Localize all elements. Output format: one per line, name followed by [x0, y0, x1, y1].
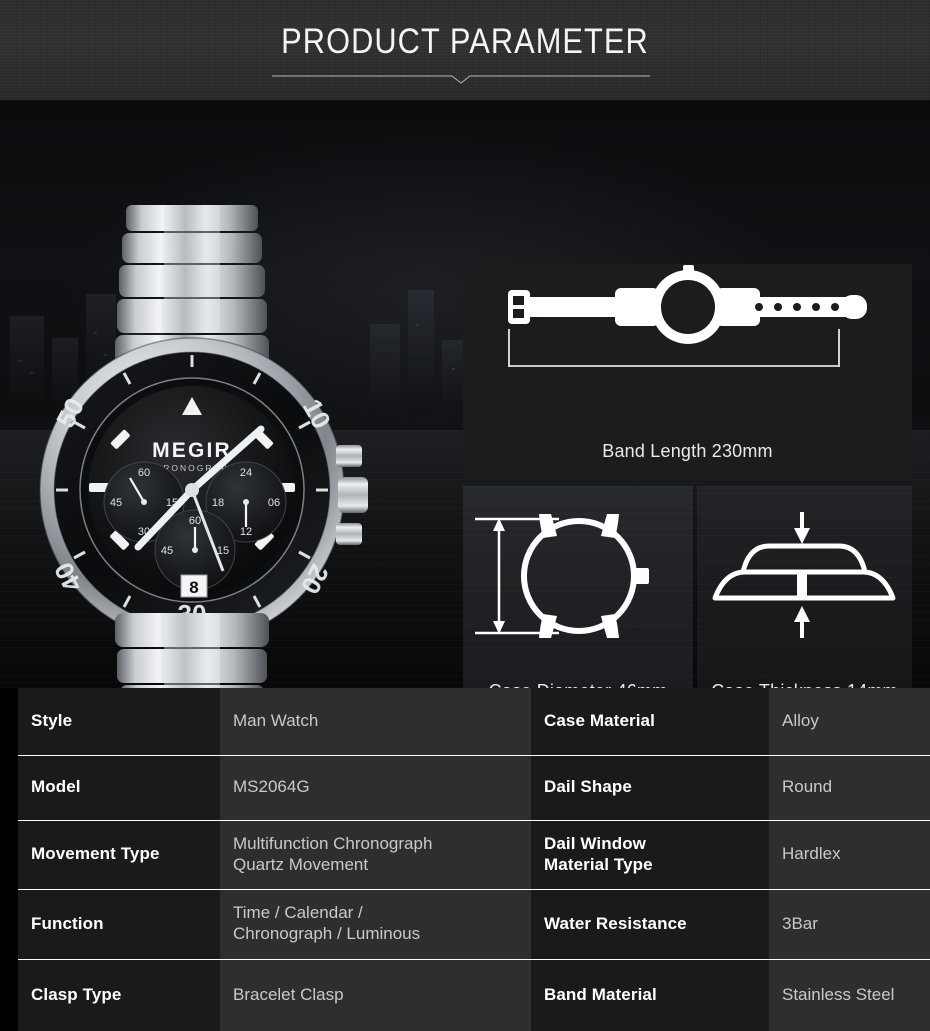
spec-value: Man Watch [220, 688, 531, 756]
panel-case-thickness: Case Thickness 14mm [697, 486, 912, 688]
pusher-bottom [336, 523, 362, 545]
table-row: Style Man Watch Case Material Alloy [18, 688, 930, 756]
spec-label: Water Resistance [531, 889, 769, 960]
spec-label: Case Material [531, 688, 769, 756]
panel-case-diameter: Case Diameter 46mm [463, 486, 693, 688]
spec-value: 3Bar [769, 889, 930, 960]
page-title: PRODUCT PARAMETER [281, 22, 649, 61]
panel-band-length: Band Length 230mm [463, 264, 912, 480]
spec-label: Model [18, 755, 220, 821]
dial-brand: MEGIR [152, 439, 232, 462]
table-row: Clasp Type Bracelet Clasp Band Material … [18, 959, 930, 1031]
panel-band-length-caption: Band Length 230mm [602, 441, 773, 461]
spec-value: Time / Calendar / Chronograph / Luminous [220, 889, 531, 960]
product-parameter-page: PRODUCT PARAMETER 10 20 40 50 MEGIR CHRO… [0, 0, 930, 1031]
spec-label: Band Material [531, 959, 769, 1031]
svg-text:8: 8 [189, 578, 198, 597]
spec-label: Dail Shape [531, 755, 769, 821]
product-photo-watch: 10 20 30 40 50 [39, 205, 368, 688]
svg-text:06: 06 [268, 497, 280, 509]
spec-value: Alloy [769, 688, 930, 756]
table-row: Model MS2064G Dail Shape Round [18, 755, 930, 821]
svg-text:45: 45 [110, 497, 122, 509]
spec-value: Stainless Steel [769, 959, 930, 1031]
table-row: Movement Type Multifunction Chronograph … [18, 820, 930, 890]
svg-text:60: 60 [138, 467, 150, 479]
header-divider-ornament [272, 75, 650, 84]
svg-text:18: 18 [212, 497, 224, 509]
watch-case-side-icon [712, 512, 896, 638]
spec-value: Hardlex [769, 820, 930, 890]
svg-text:45: 45 [161, 545, 173, 557]
svg-text:15: 15 [217, 545, 229, 557]
page-header: PRODUCT PARAMETER [0, 0, 930, 101]
panel-case-thickness-caption: Case Thickness 14mm [697, 681, 912, 688]
panel-case-diameter-caption: Case Diameter 46mm [463, 681, 693, 688]
svg-text:24: 24 [240, 467, 252, 479]
watch-case-front-icon [475, 514, 649, 638]
spec-label: Function [18, 889, 220, 960]
spec-label: Style [18, 688, 220, 756]
spec-value: MS2064G [220, 755, 531, 821]
svg-text:60: 60 [189, 515, 201, 527]
pusher-top [336, 445, 362, 467]
svg-text:12: 12 [240, 526, 252, 538]
spec-value: Bracelet Clasp [220, 959, 531, 1031]
spec-value: Multifunction Chronograph Quartz Movemen… [220, 820, 531, 890]
date-window: 8 [180, 574, 208, 598]
table-row: Function Time / Calendar / Chronograph /… [18, 889, 930, 960]
watch-strap-icon [508, 265, 867, 367]
spec-label: Dail Window Material Type [531, 820, 769, 890]
product-hero-section: 10 20 30 40 50 [0, 100, 930, 688]
bracelet-lower [115, 613, 269, 688]
specification-table: Style Man Watch Case Material Alloy Mode… [18, 688, 930, 1031]
spec-value: Round [769, 755, 930, 821]
crown [338, 477, 368, 513]
spec-label: Movement Type [18, 820, 220, 890]
spec-label: Clasp Type [18, 959, 220, 1031]
